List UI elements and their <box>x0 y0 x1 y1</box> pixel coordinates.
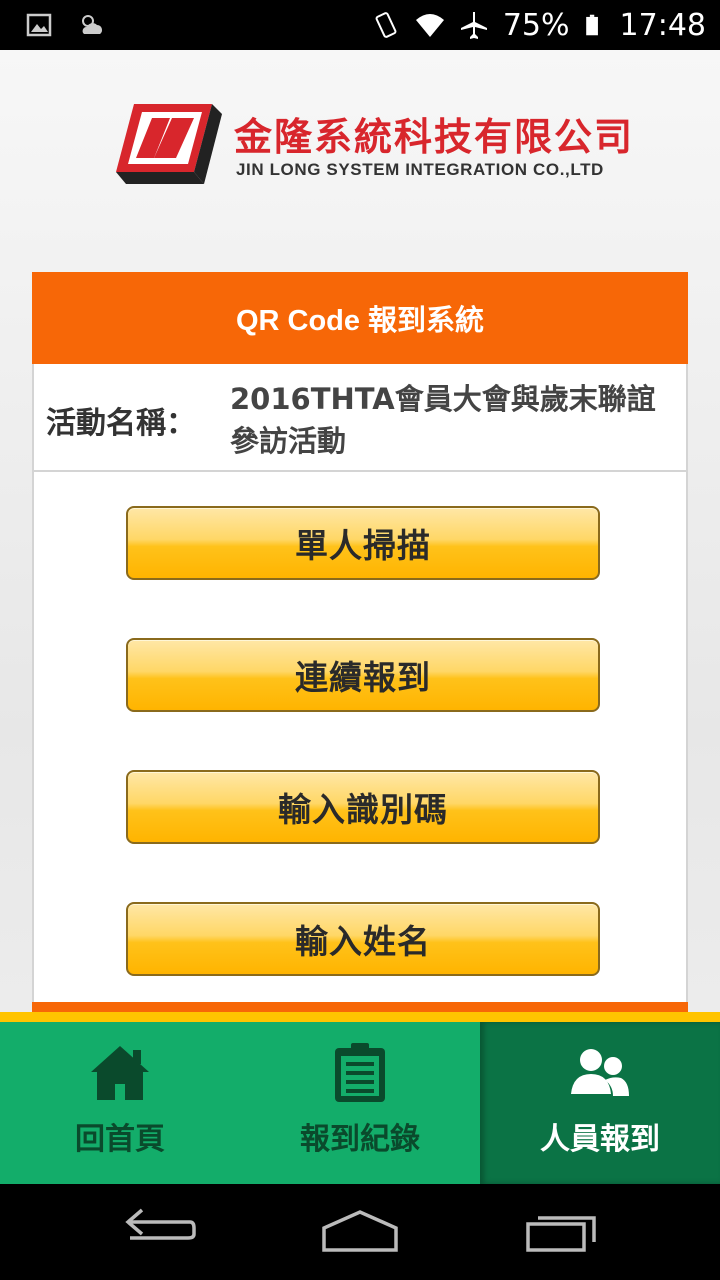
home-nav-icon[interactable] <box>320 1206 400 1256</box>
card-title: QR Code 報到系統 <box>235 305 485 337</box>
company-logo: 金隆系統科技有限公司 JIN LONG SYSTEM INTEGRATION C… <box>114 102 632 186</box>
enter-name-label: 輸入姓名 <box>295 922 431 961</box>
continuous-checkin-label: 連續報到 <box>295 658 431 697</box>
app-screen: 金隆系統科技有限公司 JIN LONG SYSTEM INTEGRATION C… <box>0 50 720 1184</box>
battery-percent: 75% <box>502 7 570 43</box>
tabbar-top-border <box>0 1012 720 1022</box>
bottom-tab-bar: 回首頁 報到紀錄 人員報到 <box>0 1022 720 1184</box>
airplane-icon <box>460 12 487 39</box>
enter-id-code-label: 輸入識別碼 <box>278 790 448 829</box>
company-name-zh: 金隆系統科技有限公司 <box>234 115 635 159</box>
weather-icon <box>82 15 102 34</box>
wifi-icon <box>415 14 444 37</box>
status-bar: 75% 17:48 <box>0 0 720 50</box>
event-name: 2016THTA會員大會與歲末聯誼參訪活動 <box>230 382 656 458</box>
tab-staff-checkin-label: 人員報到 <box>540 1122 660 1157</box>
card-header: QR Code 報到系統 <box>32 272 688 364</box>
tab-checkin-records-label: 報到紀錄 <box>300 1122 420 1157</box>
battery-icon <box>585 14 598 36</box>
vibrate-icon <box>375 12 397 38</box>
home-icon <box>91 1046 149 1100</box>
tab-home[interactable]: 回首頁 <box>0 1022 240 1184</box>
tab-checkin-records[interactable]: 報到紀錄 <box>240 1022 480 1184</box>
company-name-en: JIN LONG SYSTEM INTEGRATION CO.,LTD <box>236 160 604 179</box>
tab-staff-checkin[interactable]: 人員報到 <box>480 1022 720 1184</box>
recents-icon[interactable] <box>520 1206 600 1256</box>
tab-home-label: 回首頁 <box>75 1122 165 1157</box>
event-label: 活動名稱： <box>46 406 196 441</box>
enter-id-code-button[interactable]: 輸入識別碼 <box>126 770 600 844</box>
clipboard-icon <box>335 1043 385 1102</box>
image-icon <box>26 13 52 37</box>
jinlong-logo-icon <box>116 104 222 184</box>
clock: 17:48 <box>619 7 706 43</box>
event-info-row: 活動名稱： 2016THTA會員大會與歲末聯誼參訪活動 <box>34 364 686 472</box>
people-icon <box>571 1049 629 1096</box>
enter-name-button[interactable]: 輸入姓名 <box>126 902 600 976</box>
single-scan-button[interactable]: 單人掃描 <box>126 506 600 580</box>
system-nav-bar <box>0 1184 720 1280</box>
continuous-checkin-button[interactable]: 連續報到 <box>126 638 600 712</box>
checkin-card: QR Code 報到系統 活動名稱： 2016THTA會員大會與歲末聯誼參訪活動… <box>32 272 688 1012</box>
single-scan-label: 單人掃描 <box>295 526 431 565</box>
back-icon[interactable] <box>120 1206 200 1256</box>
